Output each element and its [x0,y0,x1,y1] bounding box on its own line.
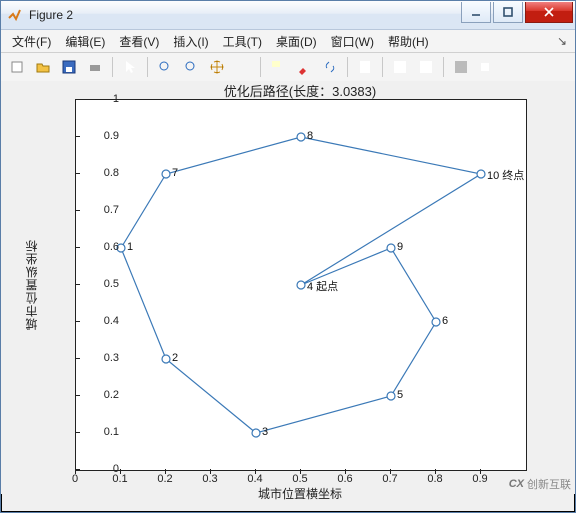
y-tick-label: 1 [79,93,119,105]
y-tick-label: 0.9 [79,130,119,142]
x-tick-label: 0.3 [202,473,217,485]
y-tick-label: 0.4 [79,315,119,327]
axes[interactable] [75,99,527,471]
path-marker [162,170,170,178]
x-tick-label: 0.4 [247,473,262,485]
datacursor-icon[interactable] [266,55,290,79]
y-tick-label: 0.8 [79,167,119,179]
toolbar-separator [443,57,444,77]
toolbar-separator [147,57,148,77]
menu-desktop[interactable]: 桌面(D) [269,31,324,52]
point-label: 9 [397,241,403,253]
y-tick-label: 0.2 [79,389,119,401]
point-label: 6 [442,315,448,327]
y-tick-label: 0.6 [79,241,119,253]
path-marker [432,318,440,326]
rotate3d-icon[interactable] [231,55,255,79]
point-label: 5 [397,389,403,401]
point-label: 10 终点 [487,167,524,183]
legend-icon[interactable] [388,55,412,79]
x-tick-label: 0.7 [382,473,397,485]
new-figure-icon[interactable] [5,55,29,79]
zoom-in-icon[interactable] [153,55,177,79]
menu-edit[interactable]: 编辑(E) [58,31,112,52]
point-label: 7 [172,167,178,179]
layout-icon[interactable] [414,55,438,79]
menu-window[interactable]: 窗口(W) [324,31,381,52]
window-buttons [461,2,573,22]
line-plot [76,100,526,470]
menu-view[interactable]: 查看(V) [112,31,166,52]
link-icon[interactable] [318,55,342,79]
figure-area: 优化后路径(长度：3.0383) 城市位置横坐标 城市位置纵坐标 00.10.2… [1,81,575,494]
x-tick-label: 0.9 [472,473,487,485]
path-marker [162,355,170,363]
watermark-logo-icon: CX [509,478,524,490]
brush-icon[interactable] [292,55,316,79]
matlab-icon [7,7,23,23]
y-tick-label: 0 [79,463,119,475]
path-marker [477,170,485,178]
titlebar[interactable]: Figure 2 [1,1,575,30]
watermark-text: 创新互联 [527,476,571,492]
y-axis-label: 城市位置纵坐标 [23,99,39,469]
toolbar [1,53,575,82]
zoom-out-icon[interactable] [179,55,203,79]
dock-icon[interactable] [449,55,473,79]
menu-insert[interactable]: 插入(I) [166,31,215,52]
x-tick-label: 0.2 [157,473,172,485]
point-label: 8 [307,130,313,142]
undock-icon[interactable] [475,55,499,79]
minimize-button[interactable] [461,2,491,23]
y-tick-label: 0.1 [79,426,119,438]
x-tick-label: 0.6 [337,473,352,485]
path-marker [387,244,395,252]
x-axis-label: 城市位置横坐标 [75,485,525,502]
menu-help[interactable]: 帮助(H) [381,31,436,52]
x-tick-label: 0 [72,473,78,485]
menu-file[interactable]: 文件(F) [5,31,58,52]
toolbar-separator [347,57,348,77]
menubar: 文件(F) 编辑(E) 查看(V) 插入(I) 工具(T) 桌面(D) 窗口(W… [1,30,575,53]
point-label: 1 [127,241,133,253]
path-marker [252,429,260,437]
x-tick-label: 0.8 [427,473,442,485]
path-marker [387,392,395,400]
window-title: Figure 2 [29,8,461,22]
y-tick-label: 0.5 [79,278,119,290]
x-tick-label: 0.5 [292,473,307,485]
save-icon[interactable] [57,55,81,79]
maximize-button[interactable] [493,2,523,23]
y-tick-label: 0.3 [79,352,119,364]
figure-window: Figure 2 文件(F) 编辑(E) 查看(V) 插入(I) 工具(T) 桌… [0,0,576,513]
y-tick-label: 0.7 [79,204,119,216]
menu-tools[interactable]: 工具(T) [216,31,269,52]
pointer-icon[interactable] [118,55,142,79]
open-icon[interactable] [31,55,55,79]
print-icon[interactable] [83,55,107,79]
toolbar-separator [112,57,113,77]
point-label: 2 [172,352,178,364]
axes-title: 优化后路径(长度：3.0383) [75,81,525,100]
toolbar-separator [382,57,383,77]
close-button[interactable] [525,2,573,23]
point-label: 3 [262,426,268,438]
path-marker [297,281,305,289]
point-label: 4 起点 [307,278,338,294]
pan-icon[interactable] [205,55,229,79]
colorbar-icon[interactable] [353,55,377,79]
watermark: CX 创新互联 [509,476,571,492]
menu-chevron-icon[interactable]: ↘ [553,34,571,48]
path-marker [297,133,305,141]
toolbar-separator [260,57,261,77]
